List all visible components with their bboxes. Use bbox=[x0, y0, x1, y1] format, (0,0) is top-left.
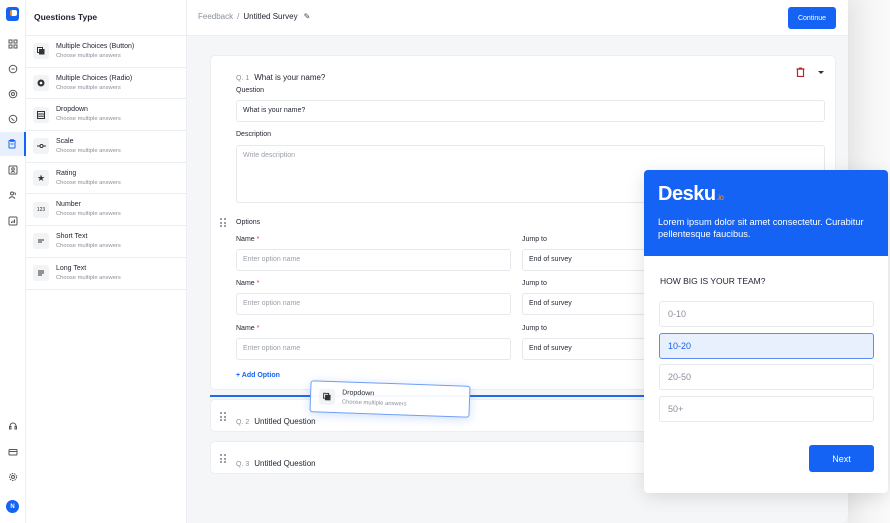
surveys-icon[interactable] bbox=[0, 132, 26, 156]
drag-handle-icon[interactable] bbox=[220, 454, 226, 463]
short-text-icon bbox=[33, 233, 49, 250]
drag-handle-icon[interactable] bbox=[220, 412, 226, 421]
options-label: Options bbox=[236, 219, 261, 226]
question-types-panel: Questions Type Multiple Choices (Button)… bbox=[26, 0, 187, 523]
add-option-link[interactable]: + Add Option bbox=[236, 372, 280, 379]
description-label: Description bbox=[236, 131, 272, 138]
answer-option[interactable]: 50+ bbox=[659, 396, 874, 422]
radio-icon bbox=[33, 75, 49, 92]
star-icon: ★ bbox=[33, 170, 49, 187]
question-header[interactable]: Q. 1 What is your name? bbox=[236, 67, 325, 85]
support-headset-icon[interactable] bbox=[0, 414, 26, 438]
preview-header: Desku.io Lorem ipsum dolor sit amet cons… bbox=[644, 170, 888, 256]
type-item-number[interactable]: 123 Number Choose multiple answers bbox=[26, 194, 186, 227]
option-name-label: Name * bbox=[236, 236, 260, 243]
desku-logo: Desku.io bbox=[658, 183, 724, 205]
collapse-caret-icon[interactable] bbox=[818, 71, 824, 74]
trash-icon[interactable] bbox=[796, 67, 805, 77]
next-button[interactable]: Next bbox=[809, 445, 874, 472]
scale-slider-icon bbox=[33, 138, 49, 155]
integrations-icon[interactable] bbox=[0, 82, 26, 106]
contacts-icon[interactable] bbox=[0, 158, 26, 182]
long-text-icon bbox=[33, 265, 49, 282]
jump-to-label: Jump to bbox=[522, 280, 547, 287]
type-item-long-text[interactable]: Long Text Choose multiple answers bbox=[26, 258, 186, 290]
icon-rail: N bbox=[0, 0, 26, 523]
settings-gear-icon[interactable] bbox=[0, 465, 26, 489]
continue-button[interactable]: Continue bbox=[788, 7, 836, 29]
reports-icon[interactable] bbox=[0, 209, 26, 233]
number-123-icon: 123 bbox=[33, 201, 49, 218]
breadcrumb-feedback[interactable]: Feedback bbox=[198, 12, 233, 21]
breadcrumb: Feedback / Untitled Survey ✎ bbox=[198, 12, 311, 21]
dashboard-icon[interactable] bbox=[0, 32, 26, 56]
preview-description: Lorem ipsum dolor sit amet consectetur. … bbox=[658, 217, 864, 239]
jump-to-label: Jump to bbox=[522, 325, 547, 332]
user-avatar[interactable]: N bbox=[6, 500, 19, 513]
option-name-label: Name * bbox=[236, 325, 260, 332]
team-icon[interactable] bbox=[0, 183, 26, 207]
option-name-input[interactable]: Enter option name bbox=[236, 338, 511, 360]
whatsapp-icon[interactable] bbox=[0, 107, 26, 131]
jump-to-label: Jump to bbox=[522, 236, 547, 243]
panel-title: Questions Type bbox=[26, 0, 186, 36]
answer-option[interactable]: 20-50 bbox=[659, 364, 874, 390]
preview-question: HOW BIG IS YOUR TEAM? bbox=[660, 276, 766, 286]
checkbox-stack-icon bbox=[33, 43, 49, 60]
type-item-dropdown[interactable]: Dropdown Choose multiple answers bbox=[26, 99, 186, 132]
chat-icon[interactable] bbox=[0, 57, 26, 81]
dragging-dropdown-item[interactable]: Dropdown Choose multiple answers bbox=[309, 380, 471, 418]
drag-handle-icon[interactable] bbox=[220, 218, 226, 227]
survey-preview-widget: Desku.io Lorem ipsum dolor sit amet cons… bbox=[644, 170, 888, 493]
type-item-short-text[interactable]: Short Text Choose multiple answers bbox=[26, 226, 186, 258]
question-input[interactable]: What is your name? bbox=[236, 100, 825, 122]
type-item-multiple-choice-radio[interactable]: Multiple Choices (Radio) Choose multiple … bbox=[26, 68, 186, 100]
type-item-scale[interactable]: Scale Choose multiple answers bbox=[26, 131, 186, 163]
top-bar: Feedback / Untitled Survey ✎ Continue bbox=[187, 0, 848, 36]
edit-pencil-icon[interactable]: ✎ bbox=[304, 12, 311, 21]
answer-option-selected[interactable]: 10-20 bbox=[659, 333, 874, 359]
dropdown-list-icon bbox=[33, 106, 49, 123]
option-name-input[interactable]: Enter option name bbox=[236, 249, 511, 271]
option-name-label: Name * bbox=[236, 280, 260, 287]
type-item-multiple-choice-button[interactable]: Multiple Choices (Button) Choose multiple… bbox=[26, 36, 186, 68]
answer-option[interactable]: 0-10 bbox=[659, 301, 874, 327]
question-label: Question bbox=[236, 87, 265, 94]
billing-card-icon[interactable] bbox=[0, 440, 26, 464]
option-name-input[interactable]: Enter option name bbox=[236, 293, 511, 315]
survey-title: Untitled Survey bbox=[243, 12, 298, 21]
type-item-rating[interactable]: ★ Rating Choose multiple answers bbox=[26, 163, 186, 195]
app-logo-icon[interactable] bbox=[6, 7, 19, 21]
checkbox-stack-icon bbox=[318, 388, 336, 406]
